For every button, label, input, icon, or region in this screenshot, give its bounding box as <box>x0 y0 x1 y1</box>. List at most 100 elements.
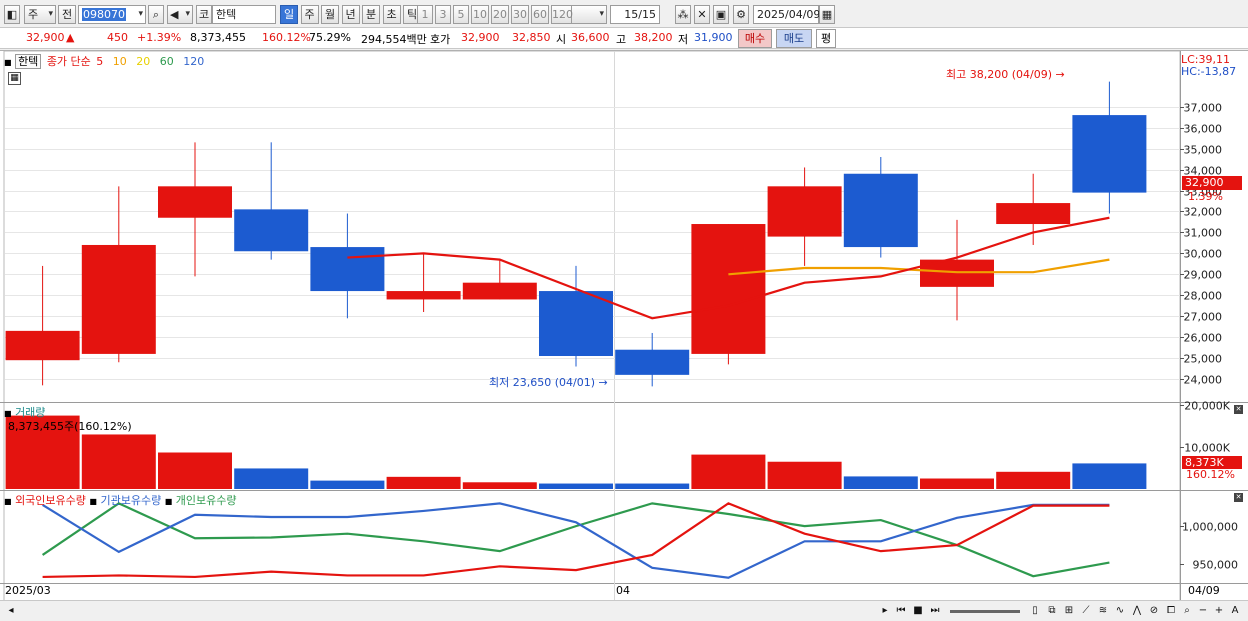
interval-button-30[interactable]: 30 <box>511 5 529 24</box>
interval-button-20[interactable]: 20 <box>491 5 509 24</box>
fibo-tool-icon[interactable]: ≋ <box>1096 604 1110 618</box>
period-tab-2[interactable]: 월 <box>321 5 339 24</box>
institution-holding-title: 기관보유수량 <box>100 494 162 507</box>
wave-tool-icon[interactable]: ∿ <box>1113 604 1127 618</box>
sound-icon[interactable]: ◀ <box>167 5 193 24</box>
scroll-left-icon[interactable]: ◂ <box>4 604 18 618</box>
close-icon[interactable]: ✕ <box>1234 493 1243 502</box>
interval-select[interactable] <box>571 5 607 24</box>
interval-button-120[interactable]: 120 <box>551 5 573 24</box>
ma-period-5: 5 <box>96 55 104 68</box>
legend-dot: ■ <box>89 497 97 506</box>
delete-tool-icon[interactable]: ⊘ <box>1147 604 1161 618</box>
calendar-icon[interactable]: ▦ <box>819 5 835 24</box>
count-value: 15/15 <box>624 8 656 21</box>
high-label: 고 <box>616 33 627 46</box>
y-tick-label: 27,000 <box>1184 311 1223 324</box>
y-tick-label: 29,000 <box>1184 269 1223 282</box>
buy-button[interactable]: 매수 <box>738 29 772 48</box>
ask-label: 호가 <box>430 33 451 46</box>
crosshair-icon[interactable]: ✕ <box>694 5 710 24</box>
period-tab-5[interactable]: 초 <box>382 5 401 24</box>
y-tick-label: 28,000 <box>1184 290 1223 303</box>
low-annotation: 최저 23,650 (04/01) → <box>489 374 608 390</box>
volume-value: 8,373,455 <box>190 31 246 44</box>
stock-name-value: 한텍 <box>216 8 237 21</box>
interval-button-1[interactable]: 1 <box>417 5 433 24</box>
chart-canvas[interactable]: 24,000 25,000 26,000 27,000 28,000 29,000 30,0… <box>0 51 1248 601</box>
stock-tag: 한텍 <box>15 54 42 69</box>
holding-tick-label: 1,000,000 <box>1182 521 1238 534</box>
stop-icon[interactable]: ■ <box>911 604 925 618</box>
font-icon[interactable]: A <box>1228 604 1242 618</box>
volume-bar <box>767 461 842 489</box>
period-tab-0[interactable]: 일 <box>280 5 298 24</box>
save-icon[interactable]: ▣ <box>713 5 729 24</box>
hc-value: HC:-13,87 <box>1181 65 1237 78</box>
copy-tool-icon[interactable]: ⧠ <box>1164 604 1178 618</box>
volume-bar <box>1072 463 1147 489</box>
period-tab-4[interactable]: 분 <box>362 5 380 24</box>
current-pct-tag: 1.39% <box>1188 190 1223 203</box>
interval-button-10[interactable]: 10 <box>471 5 489 24</box>
line-tool-icon[interactable]: ▯ <box>1028 604 1042 618</box>
interval-button-5[interactable]: 5 <box>453 5 469 24</box>
market-type-label: 주 <box>28 8 39 21</box>
zoom-icon[interactable]: ⌕ <box>1180 604 1194 618</box>
current-price-tag: 32,900 <box>1182 176 1242 190</box>
search-icon[interactable]: ⌕ <box>148 5 164 24</box>
interval-button-60[interactable]: 60 <box>531 5 549 24</box>
gear-icon[interactable]: ⚙ <box>733 5 749 24</box>
prev-button[interactable]: 전 <box>58 5 76 24</box>
volume-bar <box>462 482 537 489</box>
zoom-slider[interactable] <box>950 610 1020 613</box>
open-price: 36,600 <box>571 31 610 44</box>
volume-info: 8,373,455주(160.12%) <box>8 420 132 433</box>
chart-window-icon[interactable]: ◧ <box>4 5 20 24</box>
legend-dot: ■ <box>4 58 12 67</box>
zoom-out-icon[interactable]: − <box>1196 604 1210 618</box>
legend-dot: ■ <box>4 497 12 506</box>
chart-area[interactable]: 24,000 25,000 26,000 27,000 28,000 29,000 30,0… <box>0 50 1248 601</box>
period-tab-1[interactable]: 주 <box>300 5 319 24</box>
close-icon[interactable]: ✕ <box>1234 405 1243 414</box>
x-axis-mid: 04 <box>616 584 630 597</box>
candle-body <box>615 349 690 375</box>
split-tool-icon[interactable]: ⊞ <box>1062 604 1076 618</box>
window-tool-icon[interactable]: ⧉ <box>1045 604 1059 618</box>
bid-price: 32,850 <box>512 31 551 44</box>
last-icon[interactable]: ⏭ <box>928 604 942 618</box>
market-type-select[interactable]: 주 <box>24 5 56 24</box>
first-icon[interactable]: ⏮ <box>894 604 908 618</box>
zoom-in-icon[interactable]: + <box>1212 604 1226 618</box>
chart-toolbar: ◧ 주 전 098070 ⌕ ◀ 코 한텍 15/15 ⁂ ✕ ▣ ⚙ 2025… <box>0 0 1248 28</box>
grid-toggle-icon[interactable]: ▦ <box>8 72 21 85</box>
individual-holding-title: 개인보유수량 <box>175 494 237 507</box>
interval-button-3[interactable]: 3 <box>435 5 451 24</box>
candle-body <box>767 186 842 237</box>
date-field[interactable]: 2025/04/09 <box>753 5 821 24</box>
code-prefix-button[interactable]: 코 <box>196 5 212 24</box>
avg-label: 평 <box>820 32 832 45</box>
count-field[interactable]: 15/15 <box>610 5 660 24</box>
turnover-rate: 75.29% <box>309 31 351 44</box>
avg-button[interactable]: 평 <box>816 29 836 48</box>
current-price: 32,900 <box>26 31 65 44</box>
ma-title: 종가 단순 <box>46 55 91 68</box>
y-tick-label: 31,000 <box>1184 227 1223 240</box>
link-icon[interactable]: ⁂ <box>675 5 691 24</box>
chart-scrollbar[interactable]: ◂ ▸ ⏮ ■ ⏭ ▯ ⧉ ⊞ ⟋ ≋ ∿ ⋀ ⊘ ⧠ ⌕ − + A <box>0 600 1248 621</box>
volume-tick-label: 20,000K <box>1184 400 1230 413</box>
ma-period-60: 60 <box>159 55 174 68</box>
sell-button[interactable]: 매도 <box>776 29 812 48</box>
volume-tick-label: 10,000K <box>1184 442 1230 455</box>
stock-code-input[interactable]: 098070 <box>78 5 146 24</box>
stock-name-field[interactable]: 한텍 <box>212 5 276 24</box>
scroll-right-icon[interactable]: ▸ <box>878 604 892 618</box>
period-tab-3[interactable]: 년 <box>341 5 360 24</box>
date-value: 2025/04/09 <box>757 8 821 21</box>
pattern-tool-icon[interactable]: ⋀ <box>1130 604 1144 618</box>
y-tick-label: 25,000 <box>1184 353 1223 366</box>
trend-tool-icon[interactable]: ⟋ <box>1079 604 1093 618</box>
volume-bar <box>691 454 766 489</box>
